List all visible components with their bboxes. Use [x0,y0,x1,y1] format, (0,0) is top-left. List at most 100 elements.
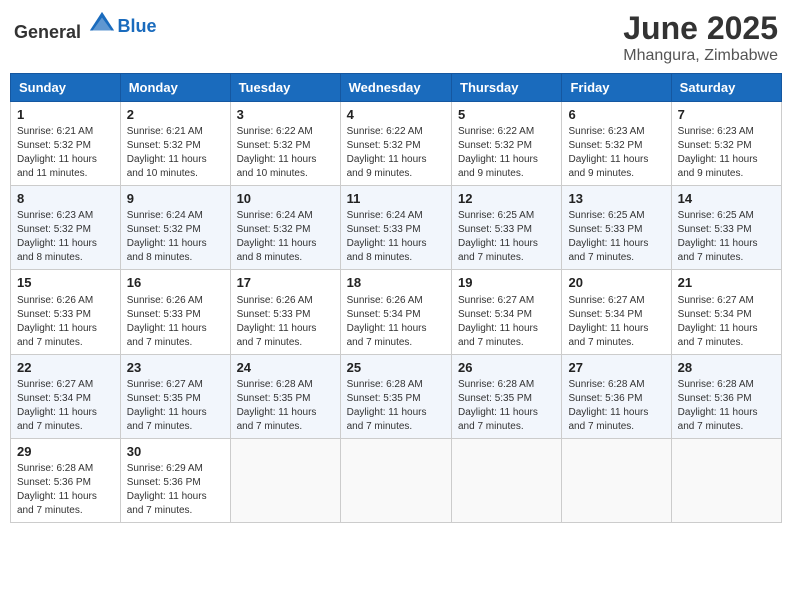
day-number: 14 [678,190,775,208]
logo-icon [88,10,116,38]
calendar-cell: 18Sunrise: 6:26 AMSunset: 5:34 PMDayligh… [340,270,451,354]
calendar-week-row: 1Sunrise: 6:21 AMSunset: 5:32 PMDaylight… [11,102,782,186]
day-number: 3 [237,106,334,124]
calendar-cell: 29Sunrise: 6:28 AMSunset: 5:36 PMDayligh… [11,438,121,522]
day-info: Sunrise: 6:29 AMSunset: 5:36 PMDaylight:… [127,462,224,518]
calendar-week-row: 29Sunrise: 6:28 AMSunset: 5:36 PMDayligh… [11,438,782,522]
day-number: 16 [127,274,224,292]
calendar-cell: 24Sunrise: 6:28 AMSunset: 5:35 PMDayligh… [230,354,340,438]
day-number: 25 [347,359,445,377]
calendar-cell: 6Sunrise: 6:23 AMSunset: 5:32 PMDaylight… [562,102,671,186]
calendar-header-row: SundayMondayTuesdayWednesdayThursdayFrid… [11,74,782,102]
calendar-cell: 22Sunrise: 6:27 AMSunset: 5:34 PMDayligh… [11,354,121,438]
calendar-cell: 7Sunrise: 6:23 AMSunset: 5:32 PMDaylight… [671,102,781,186]
day-info: Sunrise: 6:26 AMSunset: 5:33 PMDaylight:… [237,294,334,350]
day-info: Sunrise: 6:25 AMSunset: 5:33 PMDaylight:… [678,209,775,265]
calendar-table: SundayMondayTuesdayWednesdayThursdayFrid… [10,73,782,523]
day-number: 15 [17,274,114,292]
column-header-sunday: Sunday [11,74,121,102]
calendar-week-row: 22Sunrise: 6:27 AMSunset: 5:34 PMDayligh… [11,354,782,438]
calendar-cell: 16 Sunrise: 6:26 AMSunset: 5:33 PMDayligh… [120,270,230,354]
day-number: 4 [347,106,445,124]
calendar-cell [230,438,340,522]
logo-general-text: General [14,22,81,42]
day-number: 8 [17,190,114,208]
day-info: Sunrise: 6:28 AMSunset: 5:36 PMDaylight:… [678,378,775,434]
column-header-saturday: Saturday [671,74,781,102]
day-info: Sunrise: 6:28 AMSunset: 5:35 PMDaylight:… [347,378,445,434]
day-info: Sunrise: 6:27 AMSunset: 5:34 PMDaylight:… [678,294,775,350]
day-number: 29 [17,443,114,461]
day-info: Sunrise: 6:25 AMSunset: 5:33 PMDaylight:… [458,209,555,265]
day-number: 2 [127,106,224,124]
calendar-cell [452,438,562,522]
location-subtitle: Mhangura, Zimbabwe [623,47,778,65]
calendar-cell: 10Sunrise: 6:24 AMSunset: 5:32 PMDayligh… [230,186,340,270]
day-info: Sunrise: 6:24 AMSunset: 5:32 PMDaylight:… [237,209,334,265]
day-info: Sunrise: 6:23 AMSunset: 5:32 PMDaylight:… [678,125,775,181]
calendar-cell: 5Sunrise: 6:22 AMSunset: 5:32 PMDaylight… [452,102,562,186]
calendar-cell: 23Sunrise: 6:27 AMSunset: 5:35 PMDayligh… [120,354,230,438]
calendar-cell: 27Sunrise: 6:28 AMSunset: 5:36 PMDayligh… [562,354,671,438]
day-number: 11 [347,190,445,208]
calendar-cell: 12Sunrise: 6:25 AMSunset: 5:33 PMDayligh… [452,186,562,270]
calendar-cell [340,438,451,522]
day-number: 10 [237,190,334,208]
day-number: 20 [568,274,664,292]
day-info: Sunrise: 6:27 AMSunset: 5:34 PMDaylight:… [568,294,664,350]
day-number: 22 [17,359,114,377]
month-year-title: June 2025 [623,10,778,47]
calendar-cell: 9Sunrise: 6:24 AMSunset: 5:32 PMDaylight… [120,186,230,270]
column-header-tuesday: Tuesday [230,74,340,102]
day-number: 28 [678,359,775,377]
column-header-thursday: Thursday [452,74,562,102]
calendar-cell: 26Sunrise: 6:28 AMSunset: 5:35 PMDayligh… [452,354,562,438]
day-info: Sunrise: 6:28 AMSunset: 5:36 PMDaylight:… [568,378,664,434]
day-number: 18 [347,274,445,292]
calendar-cell: 2Sunrise: 6:21 AMSunset: 5:32 PMDaylight… [120,102,230,186]
day-info: Sunrise: 6:24 AMSunset: 5:32 PMDaylight:… [127,209,224,265]
calendar-cell: 30Sunrise: 6:29 AMSunset: 5:36 PMDayligh… [120,438,230,522]
title-block: June 2025 Mhangura, Zimbabwe [623,10,778,65]
day-info: Sunrise: 6:28 AMSunset: 5:36 PMDaylight:… [17,462,114,518]
day-info: Sunrise: 6:26 AMSunset: 5:33 PMDaylight:… [127,294,224,350]
calendar-cell: 15 Sunrise: 6:26 AMSunset: 5:33 PMDayligh… [11,270,121,354]
day-info: Sunrise: 6:27 AMSunset: 5:34 PMDaylight:… [458,294,555,350]
day-number: 27 [568,359,664,377]
day-info: Sunrise: 6:24 AMSunset: 5:33 PMDaylight:… [347,209,445,265]
day-number: 1 [17,106,114,124]
day-info: Sunrise: 6:23 AMSunset: 5:32 PMDaylight:… [568,125,664,181]
calendar-cell: 14Sunrise: 6:25 AMSunset: 5:33 PMDayligh… [671,186,781,270]
day-info: Sunrise: 6:28 AMSunset: 5:35 PMDaylight:… [458,378,555,434]
day-number: 24 [237,359,334,377]
day-number: 7 [678,106,775,124]
day-info: Sunrise: 6:26 AMSunset: 5:33 PMDaylight:… [17,294,114,350]
calendar-cell: 11Sunrise: 6:24 AMSunset: 5:33 PMDayligh… [340,186,451,270]
calendar-cell: 19 Sunrise: 6:27 AMSunset: 5:34 PMDayligh… [452,270,562,354]
day-info: Sunrise: 6:21 AMSunset: 5:32 PMDaylight:… [127,125,224,181]
day-info: Sunrise: 6:27 AMSunset: 5:34 PMDaylight:… [17,378,114,434]
day-number: 19 [458,274,555,292]
day-number: 30 [127,443,224,461]
column-header-wednesday: Wednesday [340,74,451,102]
day-info: Sunrise: 6:22 AMSunset: 5:32 PMDaylight:… [458,125,555,181]
logo-blue-text: Blue [118,16,157,37]
calendar-cell: 3Sunrise: 6:22 AMSunset: 5:32 PMDaylight… [230,102,340,186]
day-info: Sunrise: 6:28 AMSunset: 5:35 PMDaylight:… [237,378,334,434]
day-info: Sunrise: 6:21 AMSunset: 5:32 PMDaylight:… [17,125,114,181]
day-number: 13 [568,190,664,208]
day-info: Sunrise: 6:27 AMSunset: 5:35 PMDaylight:… [127,378,224,434]
day-number: 23 [127,359,224,377]
day-number: 9 [127,190,224,208]
calendar-cell [671,438,781,522]
day-number: 26 [458,359,555,377]
calendar-cell: 13Sunrise: 6:25 AMSunset: 5:33 PMDayligh… [562,186,671,270]
day-number: 5 [458,106,555,124]
calendar-cell [562,438,671,522]
calendar-cell: 28Sunrise: 6:28 AMSunset: 5:36 PMDayligh… [671,354,781,438]
calendar-cell: 21Sunrise: 6:27 AMSunset: 5:34 PMDayligh… [671,270,781,354]
logo: General Blue [14,10,157,43]
calendar-cell: 8Sunrise: 6:23 AMSunset: 5:32 PMDaylight… [11,186,121,270]
calendar-cell: 1Sunrise: 6:21 AMSunset: 5:32 PMDaylight… [11,102,121,186]
day-info: Sunrise: 6:23 AMSunset: 5:32 PMDaylight:… [17,209,114,265]
